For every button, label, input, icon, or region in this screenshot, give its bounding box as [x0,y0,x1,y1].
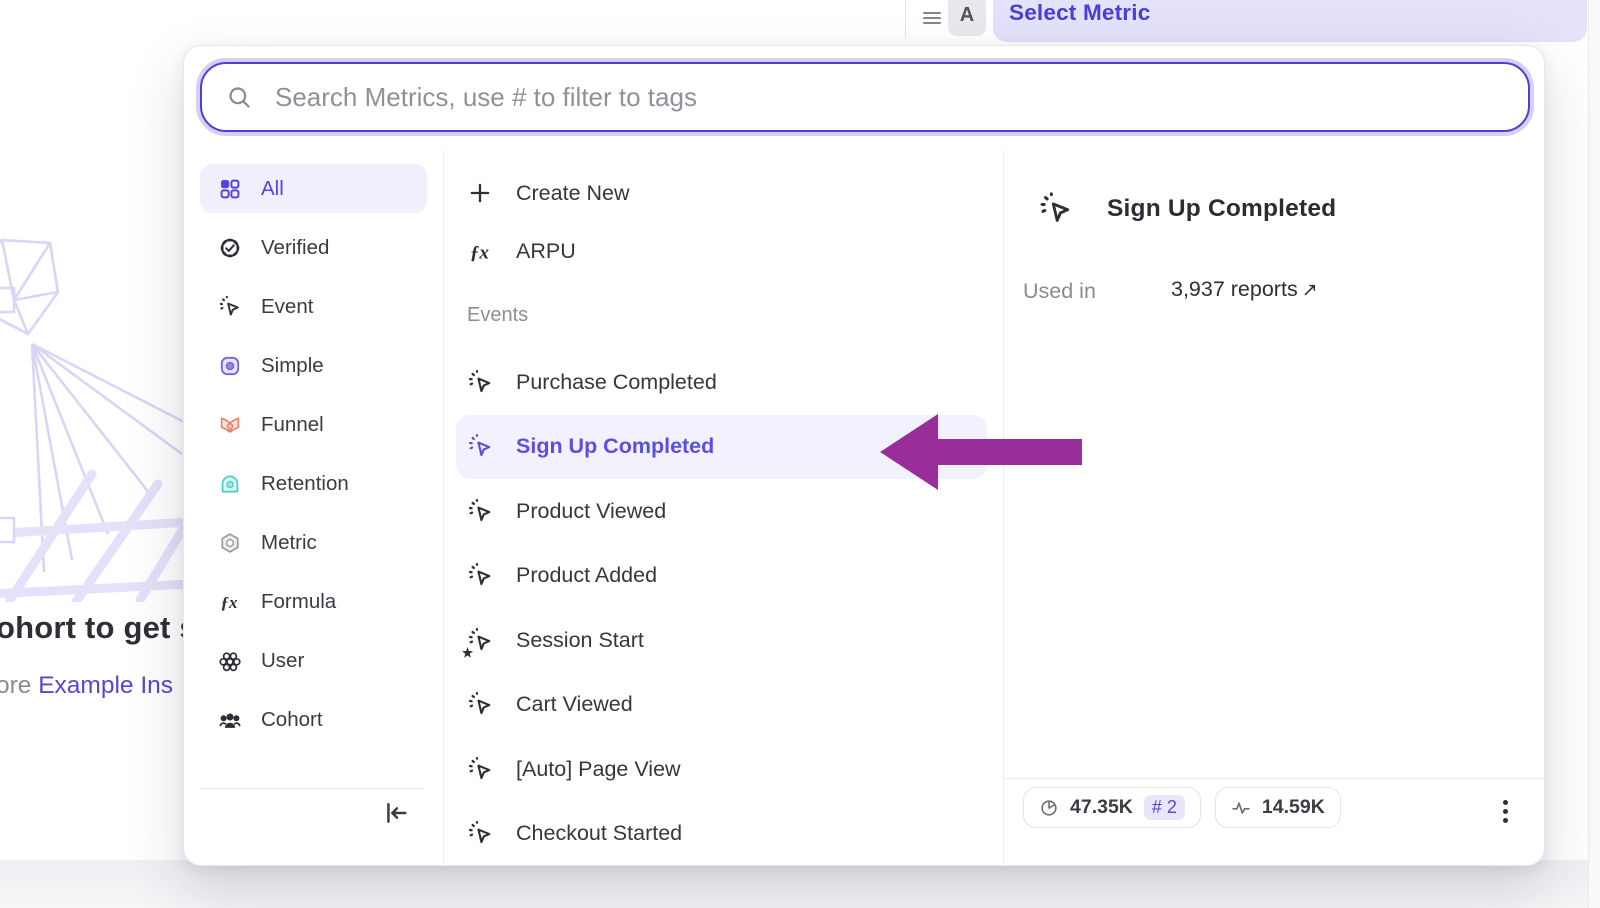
background-empty-state-subline: ore Example Ins [0,672,173,700]
metric-list: Create New ARPU Events Purchase Complete… [444,151,1003,866]
sidebar-item-label: Retention [261,472,349,496]
event-cursor-icon [218,295,242,319]
list-item-sign-up-completed[interactable]: Sign Up Completed [456,415,987,480]
list-item-label: Cart Viewed [516,692,633,717]
simple-metric-icon [218,354,242,378]
sidebar-item-label: Verified [261,236,329,260]
event-cursor-icon [467,433,494,460]
list-item-purchase-completed[interactable]: Purchase Completed [456,350,987,415]
sidebar-item-label: Formula [261,590,336,614]
total-count-value: 47.35K [1070,796,1133,819]
used-in-reports-link[interactable]: 3,937 reports↗ [1171,277,1318,302]
search-focus-ring [196,58,1534,136]
user-cluster-icon [218,649,242,673]
list-item-cart-viewed[interactable]: Cart Viewed [456,673,987,738]
north-east-arrow-icon: ↗ [1302,280,1318,301]
background-empty-state-headline: ohort to get s [0,610,197,646]
list-item-label: Purchase Completed [516,370,717,395]
list-item-product-added[interactable]: Product Added [456,544,987,609]
list-item-arpu[interactable]: ARPU [456,222,987,280]
select-metric-label: Select Metric [1009,0,1150,26]
drag-handle-icon[interactable] [920,6,944,30]
formula-fx-icon [467,238,494,265]
sidebar-item-verified[interactable]: Verified [200,223,427,272]
sidebar-item-all[interactable]: All [200,164,427,213]
retention-icon [218,472,242,496]
list-item-auto-page-view[interactable]: [Auto] Page View [456,737,987,802]
sidebar-item-simple[interactable]: Simple [200,341,427,390]
funnel-icon [218,413,242,437]
event-cursor-icon [467,498,494,525]
total-count-chip[interactable]: 47.35K # 2 [1023,787,1201,828]
list-item-label: Create New [516,181,630,206]
plus-icon [467,180,494,207]
trend-value: 14.59K [1262,796,1325,819]
event-cursor-icon [467,369,494,396]
sidebar-item-label: User [261,649,304,673]
list-item-session-start[interactable]: Session Start [456,608,987,673]
list-item-label: Product Added [516,563,657,588]
detail-footer-divider [1004,778,1545,779]
list-item-label: Session Start [516,628,644,653]
sidebar-item-cohort[interactable]: Cohort [200,695,427,744]
search-input[interactable] [275,82,1504,113]
list-item-label: Product Viewed [516,499,666,524]
sidebar-item-event[interactable]: Event [200,282,427,331]
sidebar-item-funnel[interactable]: Funnel [200,400,427,449]
event-cursor-icon [467,820,494,847]
event-cursor-icon [467,562,494,589]
events-section-header: Events [444,280,1003,350]
page-bottom-strip [0,860,1600,908]
event-cursor-star-icon [467,627,494,654]
activity-icon [1231,798,1251,818]
page-right-panel-edge [1588,0,1600,908]
sidebar-item-metric[interactable]: Metric [200,518,427,567]
top-panel-divider [905,0,906,38]
category-sidebar: All Verified Event Simple Funnel Retenti… [184,151,444,866]
sidebar-item-retention[interactable]: Retention [200,459,427,508]
sidebar-item-label: Metric [261,531,317,555]
rank-badge: # 2 [1144,795,1185,820]
metric-detail-panel: Sign Up Completed Used in 3,937 reports↗… [1003,151,1545,866]
grid-icon [218,177,242,201]
cohort-people-icon [218,708,242,732]
sidebar-item-formula[interactable]: Formula [200,577,427,626]
list-item-label: Checkout Started [516,821,682,846]
more-options-button[interactable] [1503,800,1509,823]
event-cursor-icon [1038,191,1074,227]
sidebar-item-label: Event [261,295,313,319]
used-in-label: Used in [1023,279,1096,304]
verified-badge-icon [218,236,242,260]
example-insights-link[interactable]: Example Ins [38,672,173,699]
series-a-badge: A [948,0,986,36]
metric-picker-dialog: All Verified Event Simple Funnel Retenti… [183,45,1545,866]
reports-count: 3,937 reports [1171,277,1298,301]
metric-hexagon-icon [218,531,242,555]
list-item-label: ARPU [516,239,576,264]
background-wireframe-illustration [0,222,195,602]
search-box[interactable] [200,62,1530,132]
subline-text: ore [0,672,38,699]
pie-chart-icon [1039,798,1059,818]
list-item-label: Sign Up Completed [516,434,714,459]
sidebar-footer-divider [200,788,425,789]
sidebar-item-label: Cohort [261,708,323,732]
event-cursor-icon [467,691,494,718]
collapse-sidebar-button[interactable] [382,799,412,829]
list-item-product-viewed[interactable]: Product Viewed [456,479,987,544]
sidebar-item-label: All [261,177,284,201]
search-icon [226,84,253,111]
sidebar-item-label: Funnel [261,413,324,437]
create-new-button[interactable]: Create New [456,164,987,222]
formula-fx-icon [218,590,242,614]
event-cursor-icon [467,756,494,783]
select-metric-field[interactable]: Select Metric [993,0,1587,42]
sidebar-item-label: Simple [261,354,324,378]
list-item-label: [Auto] Page View [516,757,681,782]
sidebar-item-user[interactable]: User [200,636,427,685]
detail-title: Sign Up Completed [1107,195,1336,223]
trend-chip[interactable]: 14.59K [1215,787,1341,828]
list-item-checkout-started[interactable]: Checkout Started [456,802,987,867]
